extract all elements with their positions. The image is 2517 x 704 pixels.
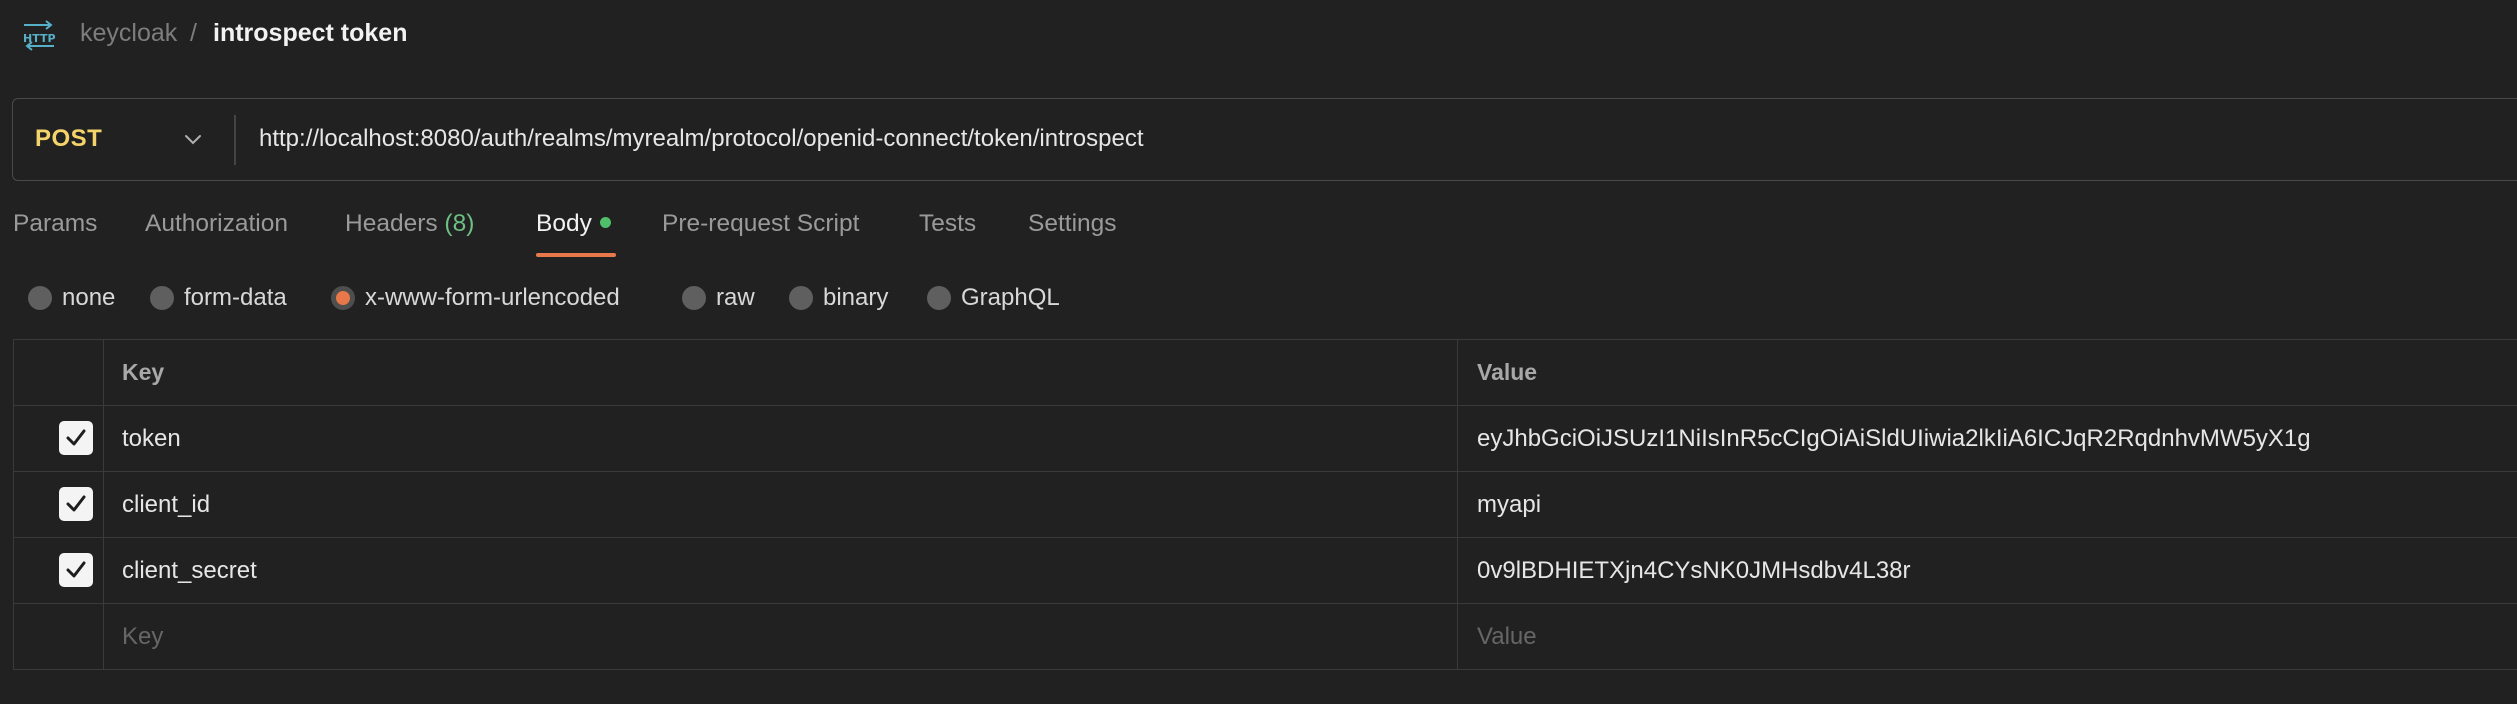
table-row: client_secret 0v9lBDHIETXjn4CYsNK0JMHsdb… <box>14 538 2517 604</box>
body-modified-dot-icon <box>599 217 611 229</box>
radio-button[interactable] <box>789 286 813 310</box>
tab-label: Authorization <box>145 210 289 237</box>
tab-params[interactable]: Params <box>13 210 97 238</box>
tab-authorization[interactable]: Authorization <box>145 210 288 238</box>
svg-text:HTTP: HTTP <box>23 32 56 45</box>
radio-button[interactable] <box>682 286 706 310</box>
radio-button[interactable] <box>927 286 951 310</box>
request-header: HTTP keycloak / introspect token <box>0 0 2517 70</box>
radio-button[interactable] <box>150 286 174 310</box>
body-type-selector: none form-data x-www-form-urlencoded raw… <box>0 278 2517 318</box>
tab-label: Pre-request Script <box>662 210 860 237</box>
form-urlencoded-table: Key Value token eyJhbGciOiJSUzI1NiIsInR5… <box>13 339 2517 670</box>
table-header-row: Key Value <box>14 340 2517 406</box>
request-title[interactable]: introspect token <box>213 19 407 48</box>
radio-label: x-www-form-urlencoded <box>365 284 620 311</box>
value-column-header: Value <box>1477 359 1538 385</box>
check-icon <box>66 495 86 512</box>
breadcrumb-separator: / <box>190 19 197 47</box>
radio-button[interactable] <box>28 286 52 310</box>
body-type-raw[interactable]: raw <box>682 284 755 312</box>
new-value-input[interactable]: Value <box>1458 604 2517 670</box>
header-check-cell <box>14 340 104 405</box>
radio-label: binary <box>823 284 889 311</box>
check-cell <box>14 604 104 670</box>
radio-button-selected[interactable] <box>331 286 355 310</box>
body-type-x-www-form-urlencoded[interactable]: x-www-form-urlencoded <box>331 284 620 312</box>
new-key-input[interactable]: Key <box>104 604 1458 670</box>
tab-label: Tests <box>919 210 977 237</box>
row-enabled-checkbox[interactable] <box>59 487 93 521</box>
row-enabled-checkbox[interactable] <box>59 421 93 455</box>
url-bar: POST http://localhost:8080/auth/realms/m… <box>12 98 2517 181</box>
value-cell[interactable]: 0v9lBDHIETXjn4CYsNK0JMHsdbv4L38r <box>1458 538 2517 603</box>
radio-label: GraphQL <box>961 284 1060 311</box>
tab-settings[interactable]: Settings <box>1028 210 1117 238</box>
breadcrumb-collection[interactable]: keycloak <box>80 19 177 48</box>
row-enabled-checkbox[interactable] <box>59 553 93 587</box>
method-select[interactable]: POST <box>35 99 102 179</box>
tab-body[interactable]: Body <box>536 210 611 238</box>
table-row: token eyJhbGciOiJSUzI1NiIsInR5cCIgOiAiSl… <box>14 406 2517 472</box>
table-row: client_id myapi <box>14 472 2517 538</box>
check-icon <box>66 561 86 578</box>
tab-headers[interactable]: Headers (8) <box>345 210 474 238</box>
body-type-graphql[interactable]: GraphQL <box>927 284 1060 312</box>
body-type-form-data[interactable]: form-data <box>150 284 287 312</box>
check-icon <box>66 429 86 446</box>
request-tabs: Params Authorization Headers (8) Body Pr… <box>0 200 2517 260</box>
new-row: Key Value <box>14 604 2517 670</box>
value-cell[interactable]: eyJhbGciOiJSUzI1NiIsInR5cCIgOiAiSldUIiwi… <box>1458 406 2517 471</box>
tab-label: Settings <box>1028 210 1117 237</box>
active-tab-indicator <box>536 253 616 257</box>
radio-label: form-data <box>184 284 287 311</box>
check-cell <box>14 472 104 537</box>
chevron-down-icon[interactable] <box>178 125 208 155</box>
tab-tests[interactable]: Tests <box>919 210 976 238</box>
body-type-binary[interactable]: binary <box>789 284 888 312</box>
key-column-header: Key <box>104 340 1458 405</box>
body-type-none[interactable]: none <box>28 284 115 312</box>
tab-label: Body <box>536 210 592 237</box>
url-input[interactable]: http://localhost:8080/auth/realms/myreal… <box>259 99 1143 179</box>
tab-pre-request-script[interactable]: Pre-request Script <box>662 210 859 238</box>
radio-label: none <box>62 284 116 311</box>
key-cell[interactable]: token <box>104 406 1458 471</box>
check-cell <box>14 538 104 603</box>
headers-count-badge: (8) <box>444 210 475 237</box>
url-divider <box>234 115 236 165</box>
tab-label: Params <box>13 210 98 237</box>
key-cell[interactable]: client_secret <box>104 538 1458 603</box>
value-cell[interactable]: myapi <box>1458 472 2517 537</box>
key-cell[interactable]: client_id <box>104 472 1458 537</box>
check-cell <box>14 406 104 471</box>
radio-label: raw <box>716 284 755 311</box>
http-request-icon: HTTP <box>23 20 56 51</box>
tab-label: Headers <box>345 210 438 237</box>
